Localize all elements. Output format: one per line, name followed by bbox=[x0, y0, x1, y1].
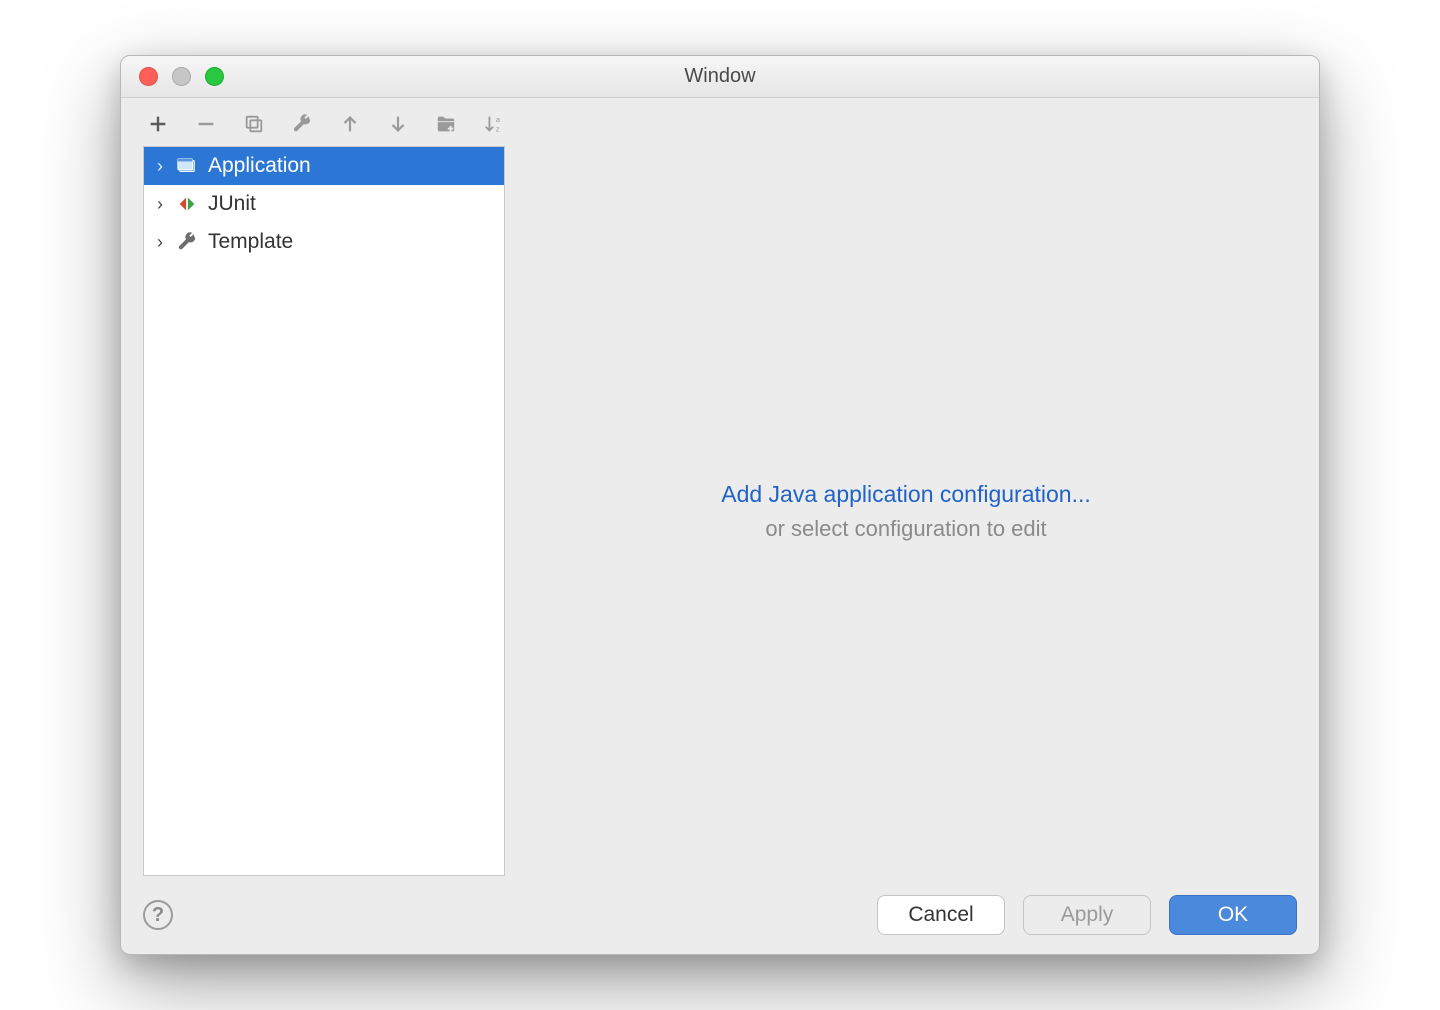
arrow-up-icon[interactable] bbox=[337, 111, 363, 137]
detail-pane: Add Java application configuration... or… bbox=[515, 146, 1297, 876]
sort-az-icon[interactable]: az bbox=[481, 111, 507, 137]
dialog-body: az › Application › JUnit bbox=[121, 98, 1319, 876]
config-tree[interactable]: › Application › JUnit › bbox=[143, 146, 505, 876]
svg-text:z: z bbox=[496, 124, 500, 133]
wrench-icon bbox=[176, 231, 198, 253]
chevron-right-icon: › bbox=[154, 232, 166, 253]
ok-button[interactable]: OK bbox=[1169, 895, 1297, 935]
tree-item-label: JUnit bbox=[208, 192, 256, 216]
svg-text:a: a bbox=[496, 115, 501, 124]
add-java-config-link[interactable]: Add Java application configuration... bbox=[721, 481, 1091, 508]
config-toolbar: az bbox=[143, 108, 1297, 146]
application-icon bbox=[176, 155, 198, 177]
run-config-dialog: Window az bbox=[120, 55, 1320, 955]
tree-item-application[interactable]: › Application bbox=[144, 147, 504, 185]
tree-item-label: Application bbox=[208, 154, 311, 178]
chevron-right-icon: › bbox=[154, 194, 166, 215]
window-title: Window bbox=[121, 65, 1319, 88]
titlebar: Window bbox=[121, 56, 1319, 98]
apply-button: Apply bbox=[1023, 895, 1151, 935]
wrench-icon[interactable] bbox=[289, 111, 315, 137]
folder-plus-icon[interactable] bbox=[433, 111, 459, 137]
minimize-window-button[interactable] bbox=[172, 67, 191, 86]
arrow-down-icon[interactable] bbox=[385, 111, 411, 137]
help-button[interactable]: ? bbox=[143, 900, 173, 930]
cancel-button[interactable]: Cancel bbox=[877, 895, 1005, 935]
dialog-footer: ? Cancel Apply OK bbox=[121, 876, 1319, 954]
detail-hint: or select configuration to edit bbox=[765, 516, 1046, 542]
zoom-window-button[interactable] bbox=[205, 67, 224, 86]
copy-icon[interactable] bbox=[241, 111, 267, 137]
remove-icon[interactable] bbox=[193, 111, 219, 137]
window-controls bbox=[121, 67, 224, 86]
junit-icon bbox=[176, 193, 198, 215]
content-area: › Application › JUnit › bbox=[143, 146, 1297, 876]
chevron-right-icon: › bbox=[154, 156, 166, 177]
tree-item-template[interactable]: › Template bbox=[144, 223, 504, 261]
add-icon[interactable] bbox=[145, 111, 171, 137]
tree-item-label: Template bbox=[208, 230, 293, 254]
tree-item-junit[interactable]: › JUnit bbox=[144, 185, 504, 223]
close-window-button[interactable] bbox=[139, 67, 158, 86]
